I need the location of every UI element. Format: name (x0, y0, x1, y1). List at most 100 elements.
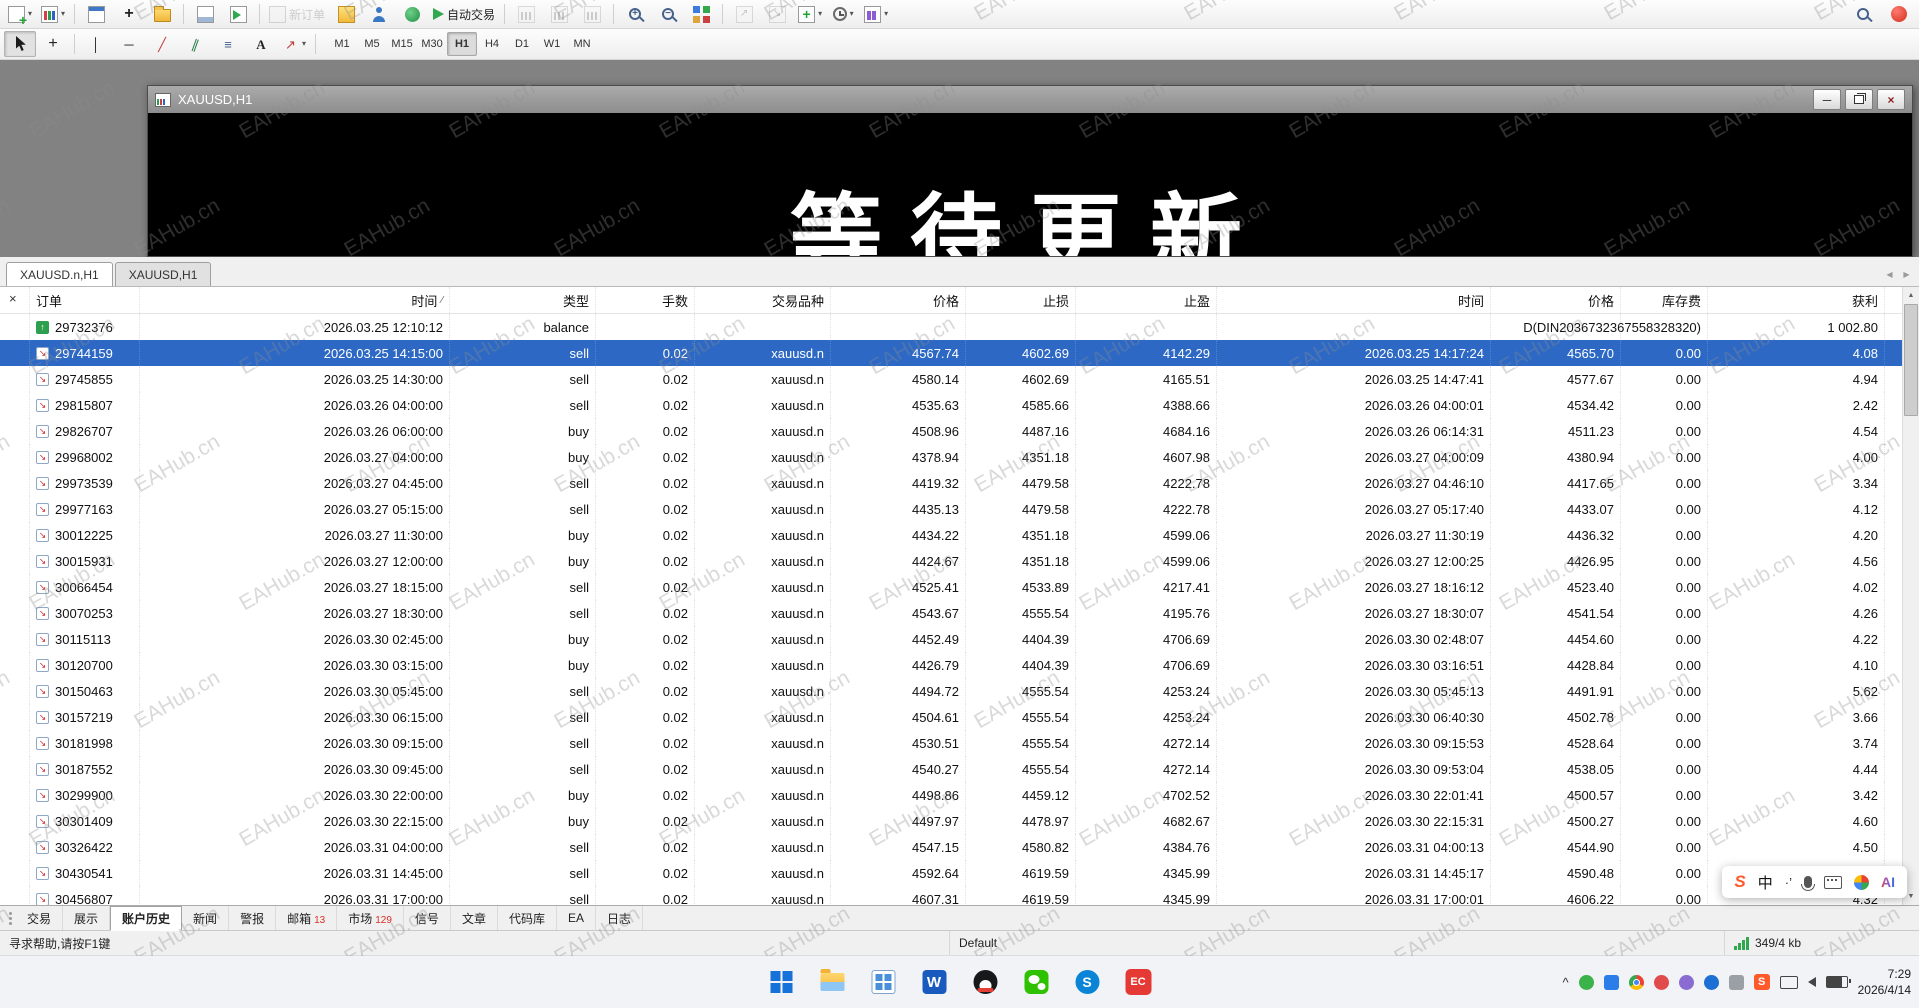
tabs-scroll-left-icon[interactable]: ◀ (1882, 266, 1897, 282)
ime-ai-badge[interactable]: AI (1881, 874, 1895, 890)
history-row[interactable]: ↘ 29968002 2026.03.27 04:00:00 buy 0.02 xauus… (0, 444, 1902, 470)
column-header[interactable]: 手数 (596, 287, 695, 313)
scrollbar-thumb[interactable] (1904, 304, 1918, 416)
history-row[interactable]: ↘ 30015931 2026.03.27 12:00:00 buy 0.02 xauus… (0, 548, 1902, 574)
minimize-button[interactable]: ─ (1813, 89, 1841, 110)
bottom-tab-展示[interactable]: 展示 (63, 906, 111, 930)
scroll-up-icon[interactable]: ▲ (1903, 287, 1919, 304)
history-row[interactable]: ↘ 30012225 2026.03.27 11:30:00 buy 0.02 xauus… (0, 522, 1902, 548)
tray-chrome-icon[interactable] (1628, 974, 1644, 990)
start-button[interactable] (766, 967, 796, 997)
column-header[interactable]: 库存费 (1621, 287, 1708, 313)
chart-canvas[interactable]: 等待更新 (148, 113, 1912, 256)
tabs-scroll-right-icon[interactable]: ▶ (1899, 266, 1914, 282)
timeframe-w1-button[interactable]: W1 (537, 32, 567, 56)
tray-blue-icon[interactable] (1603, 974, 1619, 990)
bottom-tab-信号[interactable]: 信号 (404, 906, 451, 930)
timeframe-d1-button[interactable]: D1 (507, 32, 537, 56)
metaeditor-button[interactable] (330, 1, 362, 27)
bar-chart-button[interactable] (510, 1, 542, 27)
history-row[interactable]: ↘ 30070253 2026.03.27 18:30:00 sell 0.02 xauu… (0, 600, 1902, 626)
history-row[interactable]: ↘ 30326422 2026.03.31 04:00:00 sell 0.02 xauu… (0, 834, 1902, 860)
bottom-tab-警报[interactable]: 警报 (229, 906, 277, 930)
candle-chart-button[interactable] (543, 1, 575, 27)
history-row[interactable]: ↘ 30115113 2026.03.30 02:45:00 buy 0.02 xauus… (0, 626, 1902, 652)
timeframe-h1-button[interactable]: H1 (447, 32, 478, 56)
tray-bluetooth-icon[interactable] (1703, 974, 1719, 990)
ime-punctuation-indicator[interactable]: ·’ (1785, 875, 1792, 890)
history-row[interactable]: ↘ 29744159 2026.03.25 14:15:00 sell 0.02 xauu… (0, 340, 1902, 366)
history-row[interactable]: ↘ 30150463 2026.03.30 05:45:00 sell 0.02 xauu… (0, 678, 1902, 704)
qq-button[interactable] (970, 967, 1000, 997)
bottom-tab-EA[interactable]: EA (557, 906, 596, 930)
community-button[interactable] (396, 1, 428, 27)
timeframe-m5-button[interactable]: M5 (357, 32, 387, 56)
new-order-button[interactable]: 新订单 (265, 1, 329, 27)
terminal-button[interactable] (189, 1, 221, 27)
tab-strip-grip[interactable] (4, 906, 16, 930)
volume-icon[interactable] (1807, 977, 1816, 987)
chart-tab[interactable]: XAUUSD.n,H1 (6, 262, 113, 286)
templates-combo-button[interactable]: ▾ (860, 1, 892, 27)
bottom-tab-文章[interactable]: 文章 (451, 906, 498, 930)
column-header[interactable]: 交易品种 (695, 287, 831, 313)
column-header[interactable]: 价格 (1491, 287, 1621, 313)
zoom-in-button[interactable]: + (619, 1, 651, 27)
history-row[interactable]: ↘ 30066454 2026.03.27 18:15:00 sell 0.02 xauu… (0, 574, 1902, 600)
restore-button[interactable] (1845, 89, 1873, 110)
close-button[interactable]: × (1877, 89, 1905, 110)
strategy-tester-button[interactable] (222, 1, 254, 27)
status-profile[interactable]: Default (950, 931, 1725, 955)
chart-tab[interactable]: XAUUSD,H1 (114, 262, 212, 286)
data-window-button[interactable]: + (113, 1, 145, 27)
column-header[interactable]: 时间 (1217, 287, 1491, 313)
column-header[interactable]: 类型 (450, 287, 596, 313)
skype-button[interactable]: S (1072, 967, 1102, 997)
history-row[interactable]: ↘ 29973539 2026.03.27 04:45:00 sell 0.02 xauu… (0, 470, 1902, 496)
app-logo-button[interactable] (1883, 1, 1915, 27)
navigator-button[interactable] (146, 1, 178, 27)
bottom-tab-邮箱[interactable]: 邮箱 13 (276, 906, 338, 930)
search-button[interactable] (1847, 1, 1879, 27)
zoom-out-button[interactable]: − (652, 1, 684, 27)
timeframe-h4-button[interactable]: H4 (477, 32, 507, 56)
line-chart-button[interactable] (576, 1, 608, 27)
column-header[interactable]: 价格 (831, 287, 966, 313)
bottom-tab-交易[interactable]: 交易 (16, 906, 64, 930)
column-header[interactable]: 订单 (30, 287, 140, 313)
column-header[interactable]: 止损 (966, 287, 1076, 313)
sogou-logo-icon[interactable]: S (1734, 872, 1745, 892)
history-row[interactable]: ↘ 29745855 2026.03.25 14:30:00 sell 0.02 xauu… (0, 366, 1902, 392)
word-button[interactable]: W (919, 967, 949, 997)
indicators-combo-button[interactable]: + ▾ (794, 1, 826, 27)
history-row[interactable]: ↘ 29977163 2026.03.27 05:15:00 sell 0.02 xauu… (0, 496, 1902, 522)
timeframe-m1-button[interactable]: M1 (327, 32, 357, 56)
tile-windows-button[interactable] (685, 1, 717, 27)
autotrading-button[interactable]: 自动交易 (429, 1, 499, 27)
ime-skin-icon[interactable] (1854, 874, 1869, 890)
history-row[interactable]: ↘ 30120700 2026.03.30 03:15:00 buy 0.02 xauus… (0, 652, 1902, 678)
vertical-line-button[interactable]: │ (80, 31, 112, 57)
timeframe-mn-button[interactable]: MN (567, 32, 597, 56)
tray-pin-icon[interactable] (1728, 974, 1744, 990)
history-row[interactable]: ↘ 30299900 2026.03.30 22:00:00 buy 0.02 xauus… (0, 782, 1902, 808)
channel-button[interactable]: ∥ (179, 31, 211, 57)
column-header[interactable]: 获利 (1708, 287, 1885, 313)
fibonacci-button[interactable]: ≡ (212, 31, 244, 57)
history-row[interactable]: ↘ 29826707 2026.03.26 06:00:00 buy 0.02 xauus… (0, 418, 1902, 444)
close-toolbox-button[interactable]: × (9, 292, 17, 305)
network-icon[interactable] (1779, 975, 1798, 989)
history-row[interactable]: ↘ 30430541 2026.03.31 14:45:00 sell 0.02 xauu… (0, 860, 1902, 886)
crosshair-button[interactable]: + (37, 31, 69, 57)
history-row[interactable]: ↘ 30456807 2026.03.31 17:00:00 sell 0.02 xauu… (0, 886, 1902, 905)
file-explorer-button[interactable] (817, 967, 847, 997)
timeframe-m30-button[interactable]: M30 (417, 32, 447, 56)
bottom-tab-账户历史[interactable]: 账户历史 (110, 906, 183, 931)
ec-button[interactable]: EC (1123, 967, 1153, 997)
tray-green-icon[interactable] (1578, 974, 1594, 990)
step-forward-button[interactable]: ↘ (761, 1, 793, 27)
wechat-button[interactable] (1021, 967, 1051, 997)
history-row[interactable]: ↑ 29732376 2026.03.25 12:10:12 balance D(DIN… (0, 314, 1902, 340)
chart-titlebar[interactable]: XAUUSD,H1 ─ × (148, 86, 1912, 113)
bottom-tab-日志[interactable]: 日志 (596, 906, 643, 930)
